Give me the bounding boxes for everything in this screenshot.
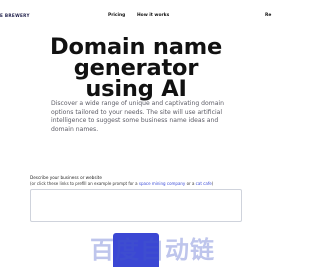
example-prompts-helper: (or click these links to prefill an exam… — [30, 181, 213, 186]
page: E BREWERY Pricing How it works Re Domain… — [0, 0, 272, 267]
top-nav: E BREWERY Pricing How it works Re — [0, 0, 272, 30]
example-link-space-mining[interactable]: space mining company — [139, 181, 185, 186]
generate-button[interactable] — [113, 233, 159, 267]
example-link-cat-cafe[interactable]: cat cafe — [196, 181, 212, 186]
helper-suffix: ) — [211, 181, 214, 186]
brand-logo-text[interactable]: E BREWERY — [0, 13, 30, 18]
business-description-label: Describe your business or website — [30, 175, 102, 180]
page-title: Domain name generator using AI — [0, 36, 272, 102]
nav-link-how-it-works[interactable]: How it works — [137, 13, 169, 18]
nav-link-right[interactable]: Re — [265, 13, 271, 18]
title-line-3: using AI — [85, 76, 187, 102]
intro-paragraph: Discover a wide range of unique and capt… — [51, 100, 224, 133]
helper-or: or a — [185, 181, 196, 186]
nav-link-pricing[interactable]: Pricing — [108, 13, 125, 18]
business-description-textarea[interactable] — [30, 189, 242, 222]
helper-prefix: (or click these links to prefill an exam… — [30, 181, 139, 186]
